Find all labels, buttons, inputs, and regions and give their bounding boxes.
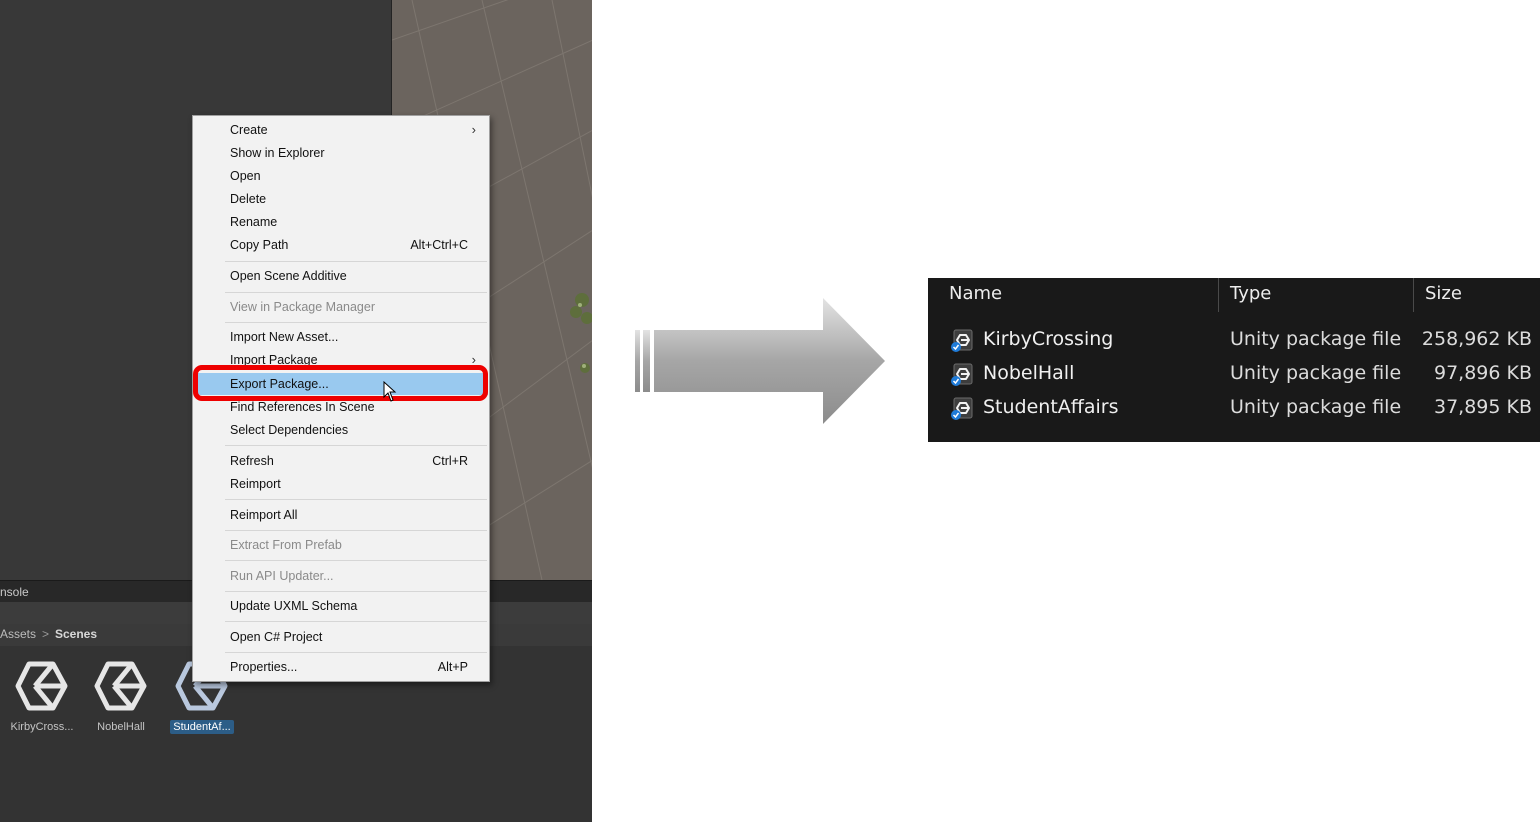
- menu-separator: [225, 322, 487, 323]
- asset-label: NobelHall: [97, 721, 145, 733]
- menu-item-label: Find References In Scene: [230, 400, 375, 414]
- unity-logo-icon: [15, 661, 68, 711]
- asset-item[interactable]: KirbyCross...: [2, 660, 82, 735]
- file-size: 258,962 KB: [1421, 328, 1532, 350]
- unity-logo-icon: [94, 661, 147, 711]
- unity-package-icon: [951, 363, 973, 386]
- right-arrow-icon: [635, 298, 885, 424]
- menu-item-label: Open: [230, 169, 261, 183]
- unity-package-icon: [951, 397, 973, 420]
- menu-item-properties[interactable]: Properties... Alt+P: [194, 656, 488, 678]
- column-divider[interactable]: [1413, 278, 1414, 312]
- asset-label: KirbyCross...: [10, 721, 74, 733]
- breadcrumb-scenes[interactable]: Scenes: [55, 627, 97, 641]
- menu-item-import-new-asset[interactable]: Import New Asset...: [194, 326, 488, 348]
- file-type: Unity package file: [1230, 362, 1402, 384]
- file-name: StudentAffairs: [983, 396, 1119, 418]
- file-row[interactable]: StudentAffairs Unity package file 37,895…: [928, 390, 1540, 424]
- export-package-callout: [193, 365, 488, 401]
- column-header-name[interactable]: Name: [949, 283, 1002, 304]
- chevron-right-icon: ›: [471, 122, 476, 137]
- menu-item-select-dependencies[interactable]: Select Dependencies: [194, 419, 488, 441]
- menu-separator: [225, 261, 487, 262]
- menu-item-shortcut: Alt+Ctrl+C: [410, 238, 468, 252]
- file-explorer-list: Name Type Size KirbyCrossing Unity packa…: [928, 278, 1540, 442]
- menu-item-label: Rename: [230, 215, 278, 229]
- menu-item-create[interactable]: Create ›: [194, 119, 488, 141]
- file-type: Unity package file: [1230, 328, 1402, 350]
- breadcrumb-assets[interactable]: Assets: [0, 627, 36, 641]
- menu-item-extract-from-prefab: Extract From Prefab: [194, 534, 488, 556]
- menu-separator: [225, 621, 487, 622]
- menu-item-open-scene-additive[interactable]: Open Scene Additive: [194, 265, 488, 287]
- file-row[interactable]: KirbyCrossing Unity package file 258,962…: [928, 322, 1540, 356]
- menu-item-refresh[interactable]: Refresh Ctrl+R: [194, 450, 488, 472]
- breadcrumb-separator: >: [42, 627, 50, 641]
- menu-item-label: Open C# Project: [230, 630, 323, 644]
- menu-item-label: Reimport All: [230, 508, 298, 522]
- menu-item-run-api-updater: Run API Updater...: [194, 565, 488, 587]
- menu-item-reimport[interactable]: Reimport: [194, 473, 488, 495]
- menu-item-label: Properties...: [230, 660, 298, 674]
- file-size: 37,895 KB: [1433, 396, 1532, 418]
- menu-separator: [225, 591, 487, 592]
- menu-item-label: Import New Asset...: [230, 330, 339, 344]
- menu-separator: [225, 292, 487, 293]
- unity-package-icon: [951, 329, 973, 352]
- menu-separator: [225, 499, 487, 500]
- menu-item-label: Show in Explorer: [230, 146, 325, 160]
- console-tab[interactable]: nsole: [0, 585, 29, 599]
- menu-item-label: View in Package Manager: [230, 300, 375, 314]
- mouse-pointer-icon: [383, 381, 397, 402]
- menu-item-copy-path[interactable]: Copy Path Alt+Ctrl+C: [194, 234, 488, 256]
- file-name: KirbyCrossing: [983, 328, 1114, 350]
- file-type: Unity package file: [1230, 396, 1402, 418]
- file-name: NobelHall: [983, 362, 1075, 384]
- menu-item-label: Create: [230, 123, 268, 137]
- menu-item-label: Extract From Prefab: [230, 538, 342, 552]
- menu-item-view-in-package-manager: View in Package Manager: [194, 296, 488, 318]
- menu-item-label: Run API Updater...: [230, 569, 334, 583]
- menu-item-label: Open Scene Additive: [230, 269, 347, 283]
- menu-item-shortcut: Ctrl+R: [432, 454, 468, 468]
- menu-separator: [225, 445, 487, 446]
- menu-item-label: Copy Path: [230, 238, 289, 252]
- menu-item-label: Select Dependencies: [230, 423, 349, 437]
- menu-item-shortcut: Alt+P: [437, 660, 468, 674]
- menu-item-label: Delete: [230, 192, 267, 206]
- file-size: 97,896 KB: [1433, 362, 1532, 384]
- menu-item-update-uxml-schema[interactable]: Update UXML Schema: [194, 595, 488, 617]
- asset-item[interactable]: NobelHall: [81, 660, 161, 735]
- column-header-size[interactable]: Size: [1425, 283, 1462, 304]
- menu-item-open[interactable]: Open: [194, 165, 488, 187]
- file-row[interactable]: NobelHall Unity package file 97,896 KB: [928, 356, 1540, 390]
- menu-separator: [225, 560, 487, 561]
- menu-separator: [225, 530, 487, 531]
- asset-label: StudentAf...: [170, 720, 234, 734]
- column-header-type[interactable]: Type: [1230, 283, 1271, 304]
- menu-item-label: Update UXML Schema: [230, 599, 358, 613]
- menu-item-label: Refresh: [230, 454, 274, 468]
- menu-item-show-in-explorer[interactable]: Show in Explorer: [194, 142, 488, 164]
- column-divider[interactable]: [1218, 278, 1219, 312]
- menu-item-rename[interactable]: Rename: [194, 211, 488, 233]
- menu-item-reimport-all[interactable]: Reimport All: [194, 504, 488, 526]
- menu-separator: [225, 652, 487, 653]
- menu-item-open-csharp-project[interactable]: Open C# Project: [194, 626, 488, 648]
- menu-item-delete[interactable]: Delete: [194, 188, 488, 210]
- menu-item-label: Reimport: [230, 477, 281, 491]
